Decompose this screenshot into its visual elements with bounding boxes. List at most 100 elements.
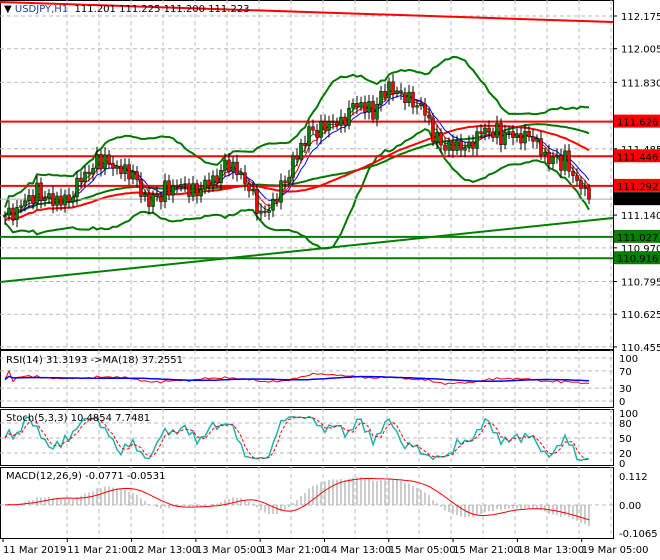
macd-tick-label: 0.00 (619, 501, 641, 512)
candle (91, 168, 95, 175)
candle (279, 180, 283, 203)
candle (147, 193, 151, 207)
candle (151, 194, 155, 207)
candle (7, 207, 11, 216)
time-tick-label: 11 Mar 2019 (3, 545, 66, 556)
candle (271, 198, 275, 211)
candle (303, 142, 307, 147)
candle (419, 103, 423, 107)
candle (339, 116, 343, 126)
candle (183, 183, 187, 185)
stoch-tick-label: 80 (619, 419, 632, 430)
candle (243, 172, 247, 184)
candle (507, 131, 511, 133)
rsi-tick-label: 70 (619, 367, 632, 378)
candle (479, 131, 483, 134)
candle (535, 138, 539, 142)
candle (487, 127, 491, 133)
candle (159, 196, 163, 203)
candle (195, 183, 199, 197)
current-price-label: 111.223 (617, 195, 658, 206)
candle (211, 175, 215, 186)
candle (311, 126, 315, 131)
candle (555, 155, 559, 158)
candle (179, 184, 183, 187)
candle (559, 155, 563, 171)
candle (199, 189, 203, 197)
candle (47, 193, 51, 199)
candle (131, 171, 135, 180)
low-value: 111.200 (163, 4, 205, 15)
high-value: 111.225 (119, 4, 161, 15)
candle (67, 194, 71, 202)
price-tick-label: 110.625 (621, 310, 660, 321)
price-tick-label: 111.830 (621, 78, 660, 89)
resistance-level-label: 111.446 (617, 152, 658, 163)
stoch-tick-label: 50 (619, 434, 632, 445)
open-value: 111.201 (74, 4, 116, 15)
time-tick-label: 15 Mar 05:00 (389, 545, 456, 556)
candle (571, 170, 575, 176)
candle (407, 91, 411, 103)
candle (247, 183, 251, 192)
candle (331, 121, 335, 123)
candle (235, 161, 239, 176)
candle (435, 132, 439, 143)
collapse-triangle-icon[interactable]: ▼ (4, 4, 12, 15)
candle (23, 200, 27, 207)
candle (563, 150, 567, 171)
candle (87, 171, 91, 175)
support-level-label: 110.916 (617, 254, 658, 265)
candle (315, 129, 319, 138)
candle (371, 101, 375, 120)
candle (319, 120, 323, 138)
candle (387, 81, 391, 98)
resistance-level-label: 111.292 (617, 182, 658, 193)
macd-tick-label: -0.1065 (619, 529, 658, 540)
candle (579, 180, 583, 189)
candle (427, 114, 431, 119)
time-tick-label: 13 Mar 21:00 (260, 545, 327, 556)
candle (359, 102, 363, 108)
candle (123, 164, 127, 174)
candle (391, 81, 395, 95)
candle (223, 159, 227, 171)
candle (103, 154, 107, 170)
candle (3, 214, 7, 218)
candle (491, 131, 495, 138)
candle (451, 141, 455, 151)
candle (475, 131, 479, 149)
candle (139, 179, 143, 197)
rsi-tick-label: 30 (619, 384, 632, 395)
candle (463, 147, 467, 151)
candle (347, 107, 351, 126)
candle (327, 121, 331, 131)
candle (307, 126, 311, 147)
candle (355, 103, 359, 108)
candle (527, 131, 531, 137)
stoch-tick-label: 0 (619, 459, 625, 470)
candle (143, 193, 147, 197)
candle (543, 151, 547, 156)
candle (99, 154, 103, 170)
candle (299, 142, 303, 160)
time-tick-label: 13 Mar 05:00 (196, 545, 263, 556)
candle (63, 194, 67, 206)
candle (19, 205, 23, 208)
time-tick-label: 19 Mar 05:00 (582, 545, 649, 556)
candle (167, 180, 171, 196)
candle (531, 136, 535, 142)
candle (411, 91, 415, 108)
candle (287, 177, 291, 184)
candle (191, 183, 195, 197)
candle (295, 155, 299, 160)
candle (39, 182, 43, 201)
candle (275, 198, 279, 203)
price-tick-label: 112.175 (621, 12, 660, 23)
candle (71, 196, 75, 202)
support-level-label: 111.027 (617, 233, 658, 244)
time-tick-label: 11 Mar 21:00 (67, 545, 134, 556)
resistance-level-label: 111.626 (617, 118, 658, 129)
candle (575, 175, 579, 181)
candle (379, 91, 383, 105)
